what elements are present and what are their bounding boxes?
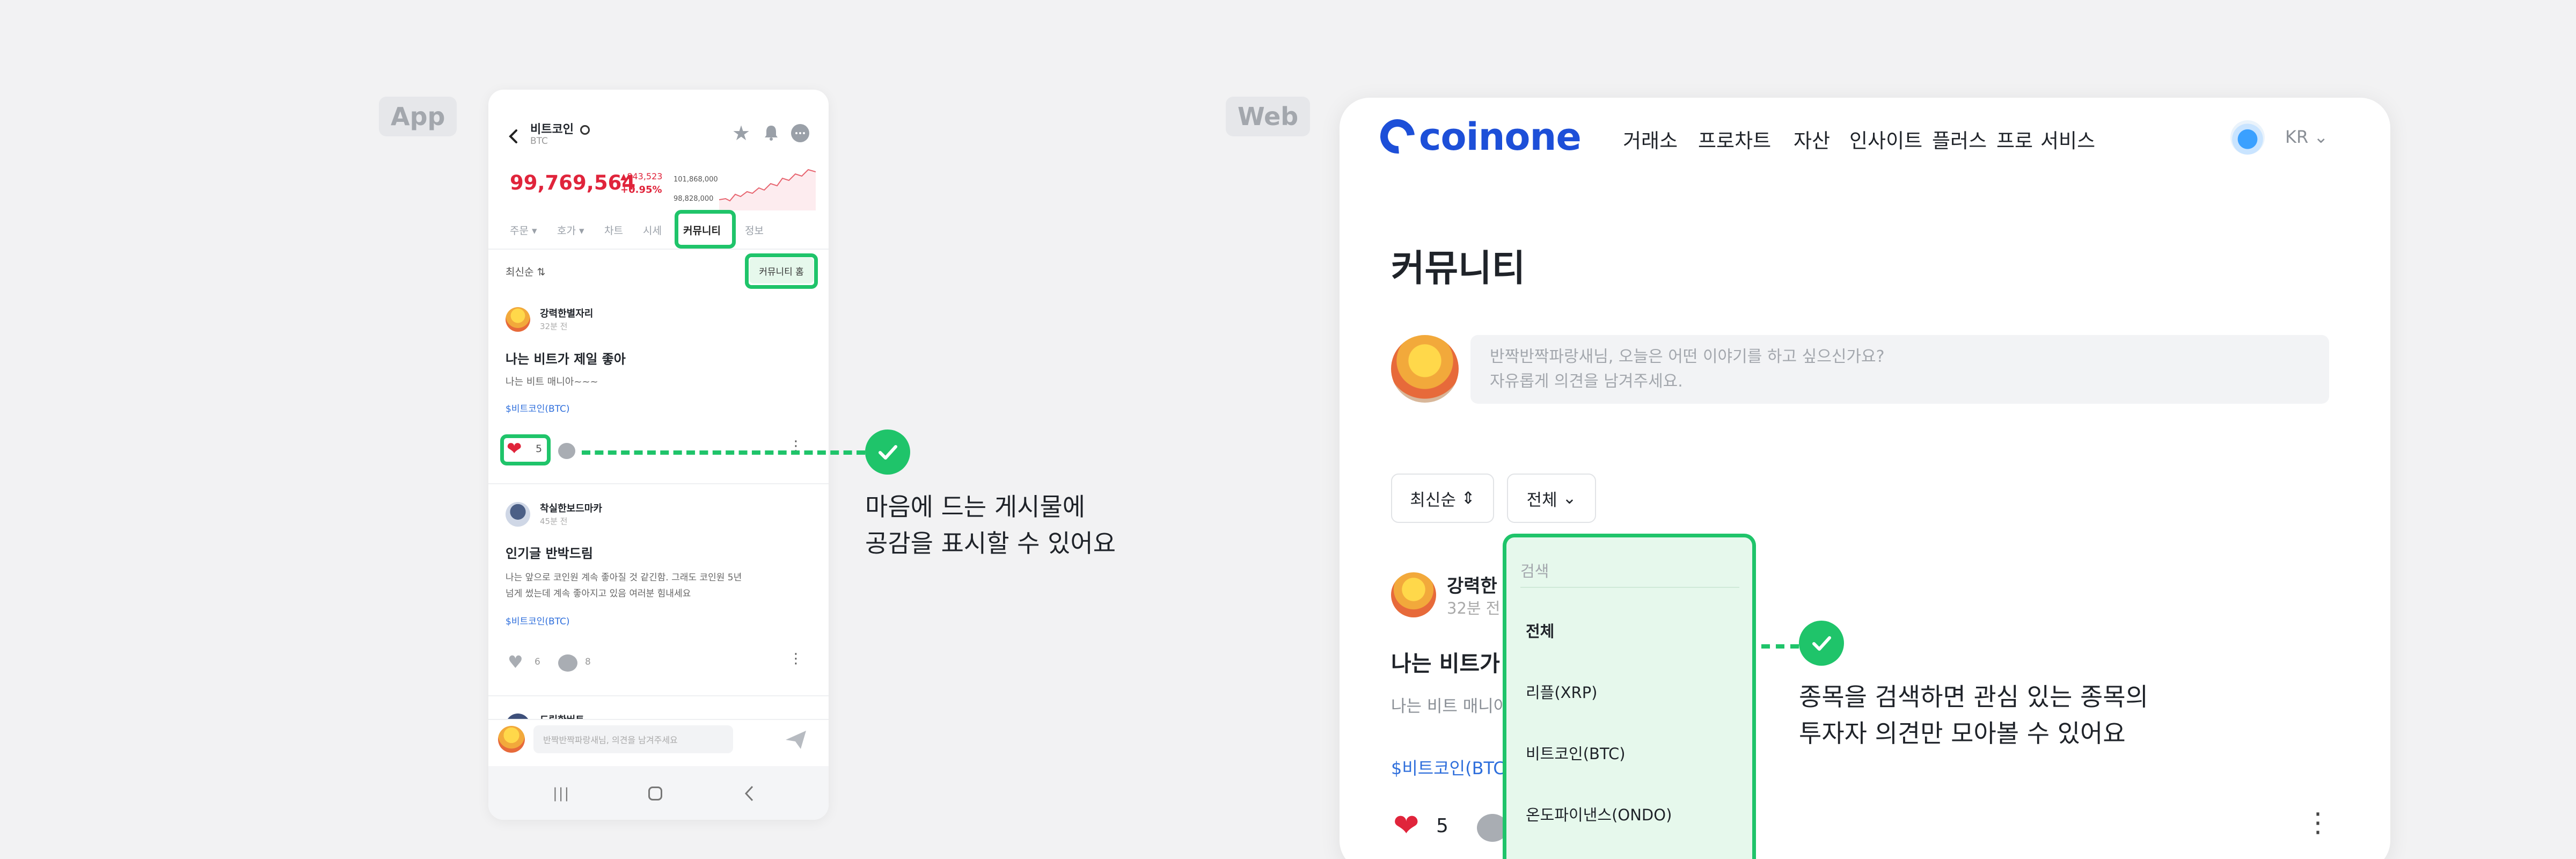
web-label: Web <box>1226 97 1311 136</box>
post-coin-tag[interactable]: $비트코인(BTC) <box>506 614 570 627</box>
sort-dropdown[interactable]: 최신순 ⇕ <box>1391 474 1494 523</box>
post-title[interactable]: 나는 비트가 제일 좋아 <box>506 348 626 367</box>
search-callout-line2: 투자자 의견만 모아볼 수 있어요 <box>1799 719 2126 748</box>
back-nav-icon[interactable] <box>743 784 757 803</box>
post-coin-tag[interactable]: $비트코인(BTC) <box>1391 755 1512 780</box>
more-icon[interactable]: ⋮ <box>789 439 803 453</box>
more-icon[interactable]: ⋮ <box>789 652 803 666</box>
comment-input[interactable]: 반짝반짝파랑새님, 의견을 남겨주세요 <box>533 725 733 753</box>
nav-plus[interactable]: 플러스 <box>1932 125 1987 154</box>
search-callout-line1: 종목을 검색하면 관심 있는 종목의 <box>1799 682 2148 711</box>
avatar <box>1391 335 1459 403</box>
comment-icon[interactable] <box>558 654 577 672</box>
dropdown-option-xrp[interactable]: 리플(XRP) <box>1526 680 1598 703</box>
like-button-highlight <box>500 434 551 465</box>
tab-market[interactable]: 시세 <box>643 223 662 237</box>
like-callout-line2: 공감을 표시할 수 있어요 <box>865 529 1116 558</box>
post-body-line[interactable]: 넘게 썼는데 계속 좋아지고 있음 여러분 힘내세요 <box>506 586 691 599</box>
nav-pro[interactable]: 프로 <box>1996 125 2033 154</box>
language-selector[interactable]: KR ⌄ <box>2285 127 2328 147</box>
post-time: 45분 전 <box>540 516 568 526</box>
price-change-percent: +0.95% <box>620 184 662 195</box>
check-icon <box>1799 621 1844 666</box>
nav-exchange[interactable]: 거래소 <box>1623 125 1678 154</box>
home-icon[interactable] <box>648 787 662 800</box>
heart-icon[interactable]: ❤ <box>1393 810 1419 841</box>
mobile-app-screen: 비트코인 BTC ★ 99,769,564 ▲843,523 +0.95% 10… <box>488 90 829 820</box>
avatar[interactable] <box>1391 572 1436 617</box>
current-price: 99,769,564 <box>510 171 636 194</box>
user-avatar[interactable] <box>2230 120 2265 155</box>
page-title: 커뮤니티 <box>1391 247 1526 290</box>
nav-service[interactable]: 서비스 <box>2040 125 2095 154</box>
avatar[interactable] <box>506 307 530 332</box>
compose-input[interactable]: 반짝반짝파랑새님, 오늘은 어떤 이야기를 하고 싶으신가요? 자유롭게 의견을… <box>1470 335 2329 404</box>
sort-dropdown[interactable]: 최신순 ⇅ <box>506 264 545 279</box>
comment-icon[interactable] <box>558 443 575 459</box>
post-time: 32분 전 <box>540 322 568 331</box>
dropdown-option-ondo[interactable]: 온도파이낸스(ONDO) <box>1526 803 1672 825</box>
chat-icon[interactable] <box>791 124 809 142</box>
post-author[interactable]: 착실한보드마카 <box>540 501 602 515</box>
callout-connector <box>1761 644 1799 649</box>
dropdown-option-btc[interactable]: 비트코인(BTC) <box>1526 741 1626 764</box>
mini-price-chart <box>719 162 816 210</box>
high-price-label: 101,868,000 <box>674 176 718 184</box>
comment-count: 8 <box>585 657 591 667</box>
low-price-label: 98,828,000 <box>674 195 714 203</box>
post-author[interactable]: 강력한별자리 <box>540 306 593 320</box>
tab-info[interactable]: 정보 <box>745 223 764 237</box>
bell-icon[interactable] <box>763 124 779 141</box>
post-author[interactable]: 강력한 <box>1447 571 1497 598</box>
search-icon[interactable] <box>580 125 590 135</box>
coin-title[interactable]: 비트코인 <box>530 120 590 137</box>
coinone-logo-icon[interactable] <box>1373 112 1422 161</box>
post-title[interactable]: 인기글 반박드림 <box>506 543 593 562</box>
dropdown-option-all[interactable]: 전체 <box>1526 619 1554 642</box>
tab-chart[interactable]: 차트 <box>604 223 623 237</box>
callout-connector <box>582 450 865 455</box>
star-icon[interactable]: ★ <box>732 123 750 143</box>
avatar[interactable] <box>506 502 530 527</box>
post-body[interactable]: 나는 비트 매니아~~~ <box>506 374 598 388</box>
check-icon <box>865 430 910 475</box>
recent-apps-icon[interactable]: ||| <box>553 787 570 800</box>
like-count: 5 <box>1436 815 1448 837</box>
more-icon[interactable]: ⋮ <box>2304 809 2331 836</box>
post-body[interactable]: 나는 비트 매니아 <box>1391 693 1509 717</box>
back-icon[interactable] <box>504 127 523 145</box>
nav-insight[interactable]: 인사이트 <box>1849 125 1922 154</box>
post-body-line[interactable]: 나는 앞으로 코인원 계속 좋아질 것 같긴함. 그래도 코인원 5년 <box>506 570 742 583</box>
nav-assets[interactable]: 자산 <box>1794 125 1830 154</box>
like-callout-line1: 마음에 드는 게시물에 <box>865 492 1086 521</box>
brand-logo[interactable]: coinone <box>1419 115 1582 159</box>
coin-search-dropdown: 검색 전체 리플(XRP) 비트코인(BTC) 온도파이낸스(ONDO) <box>1503 534 1756 859</box>
community-tab-highlight <box>675 210 736 249</box>
community-home-highlight <box>745 253 818 289</box>
heart-outline-icon[interactable]: ♥ <box>508 653 523 671</box>
post-time: 32분 전 <box>1447 599 1501 617</box>
post-coin-tag[interactable]: $비트코인(BTC) <box>506 401 570 414</box>
tab-order[interactable]: 주문 ▾ <box>510 223 537 237</box>
coin-symbol: BTC <box>530 136 548 147</box>
coin-search-input[interactable]: 검색 <box>1520 559 1549 581</box>
app-label: App <box>379 97 457 136</box>
tab-orderbook[interactable]: 호가 ▾ <box>557 223 584 237</box>
coin-filter-dropdown[interactable]: 전체 ⌄ <box>1507 474 1596 523</box>
price-change-amount: ▲843,523 <box>620 171 663 181</box>
like-count: 6 <box>535 657 540 667</box>
send-icon[interactable] <box>785 730 807 750</box>
nav-prochart[interactable]: 프로차트 <box>1698 125 1771 154</box>
avatar <box>498 726 525 753</box>
